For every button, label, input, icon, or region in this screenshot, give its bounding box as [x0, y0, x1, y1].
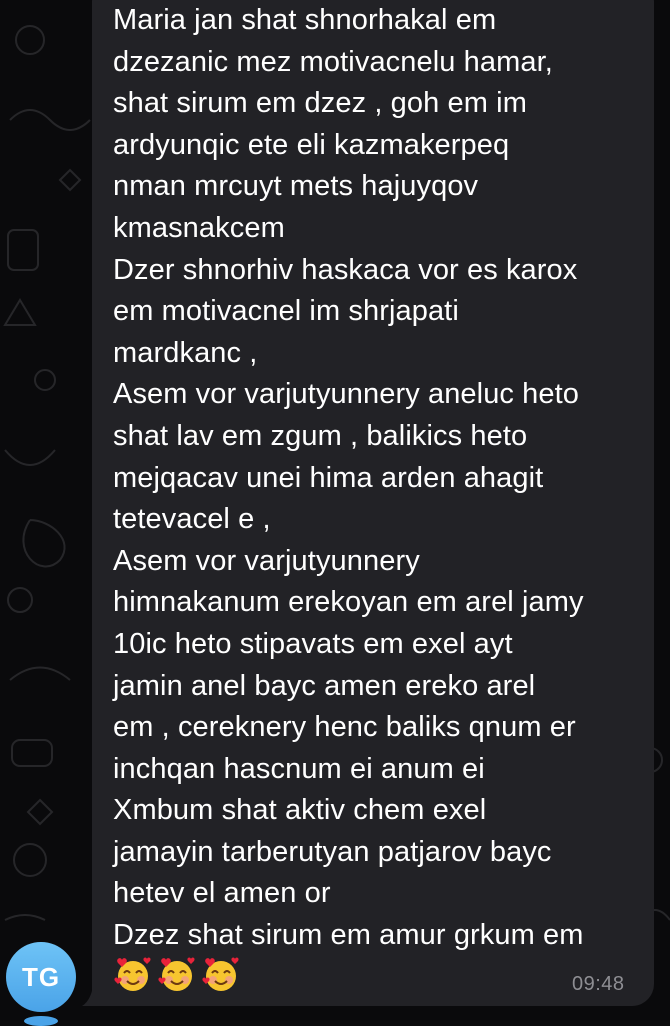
sender-avatar[interactable]: TG: [6, 942, 76, 1012]
message-line: Xmbum shat aktiv chem exel: [113, 794, 487, 827]
smiling-face-with-hearts-icon: [114, 957, 151, 991]
next-avatar-partial: [24, 1016, 58, 1026]
message-line: himnakanum erekoyan em arel jamy: [113, 586, 584, 619]
message-line: shat lav em zgum , balikics heto: [113, 419, 528, 452]
message-line: mardkanc ,: [113, 336, 258, 369]
message-line: tetevacel e ,: [113, 503, 271, 536]
message-line: Dzer shnorhiv haskaca vor es karox: [113, 253, 578, 286]
message-line: shat sirum em dzez , goh em im: [113, 87, 527, 120]
message-line: hetev el amen or: [113, 877, 331, 910]
message-text[interactable]: Maria jan shat shnorhakal em dzezanic mez…: [113, 0, 653, 957]
message-line: jamayin tarberutyan patjarov bayc: [113, 835, 552, 868]
message-line: mejqacav unei hima arden ahagit: [113, 461, 544, 494]
message-line: Maria jan shat shnorhakal em: [113, 4, 497, 36]
emoji-row: [113, 955, 241, 999]
message-line: Dzez shat sirum em amur grkum em: [113, 919, 584, 952]
message-line: kmasnakcem: [113, 211, 285, 244]
message-line: nman mrcuyt mets hajuyqov: [113, 170, 479, 203]
smiling-face-with-hearts-icon: [202, 957, 239, 991]
bubble-tail: [82, 980, 100, 1006]
smiling-face-with-hearts-icon: [158, 957, 195, 991]
message-line: inchqan hascnum ei anum ei: [113, 752, 485, 785]
message-line: ardyunqic ete eli kazmakerpeq: [113, 128, 510, 161]
message-timestamp: 09:48: [572, 973, 625, 995]
avatar-initials: TG: [21, 961, 61, 992]
message-line: dzezanic mez motivacnelu hamar,: [113, 45, 553, 78]
message-line: Asem vor varjutyunnery: [113, 544, 420, 577]
message-line: Asem vor varjutyunnery aneluc heto: [113, 378, 580, 411]
message-line: 10ic heto stipavats em exel ayt: [113, 627, 513, 660]
message-line: em motivacnel im shrjapati: [113, 295, 459, 328]
message-line: jamin anel bayc amen ereko arel: [113, 669, 536, 702]
message-line: em , cereknery henc baliks qnum er: [113, 711, 576, 744]
